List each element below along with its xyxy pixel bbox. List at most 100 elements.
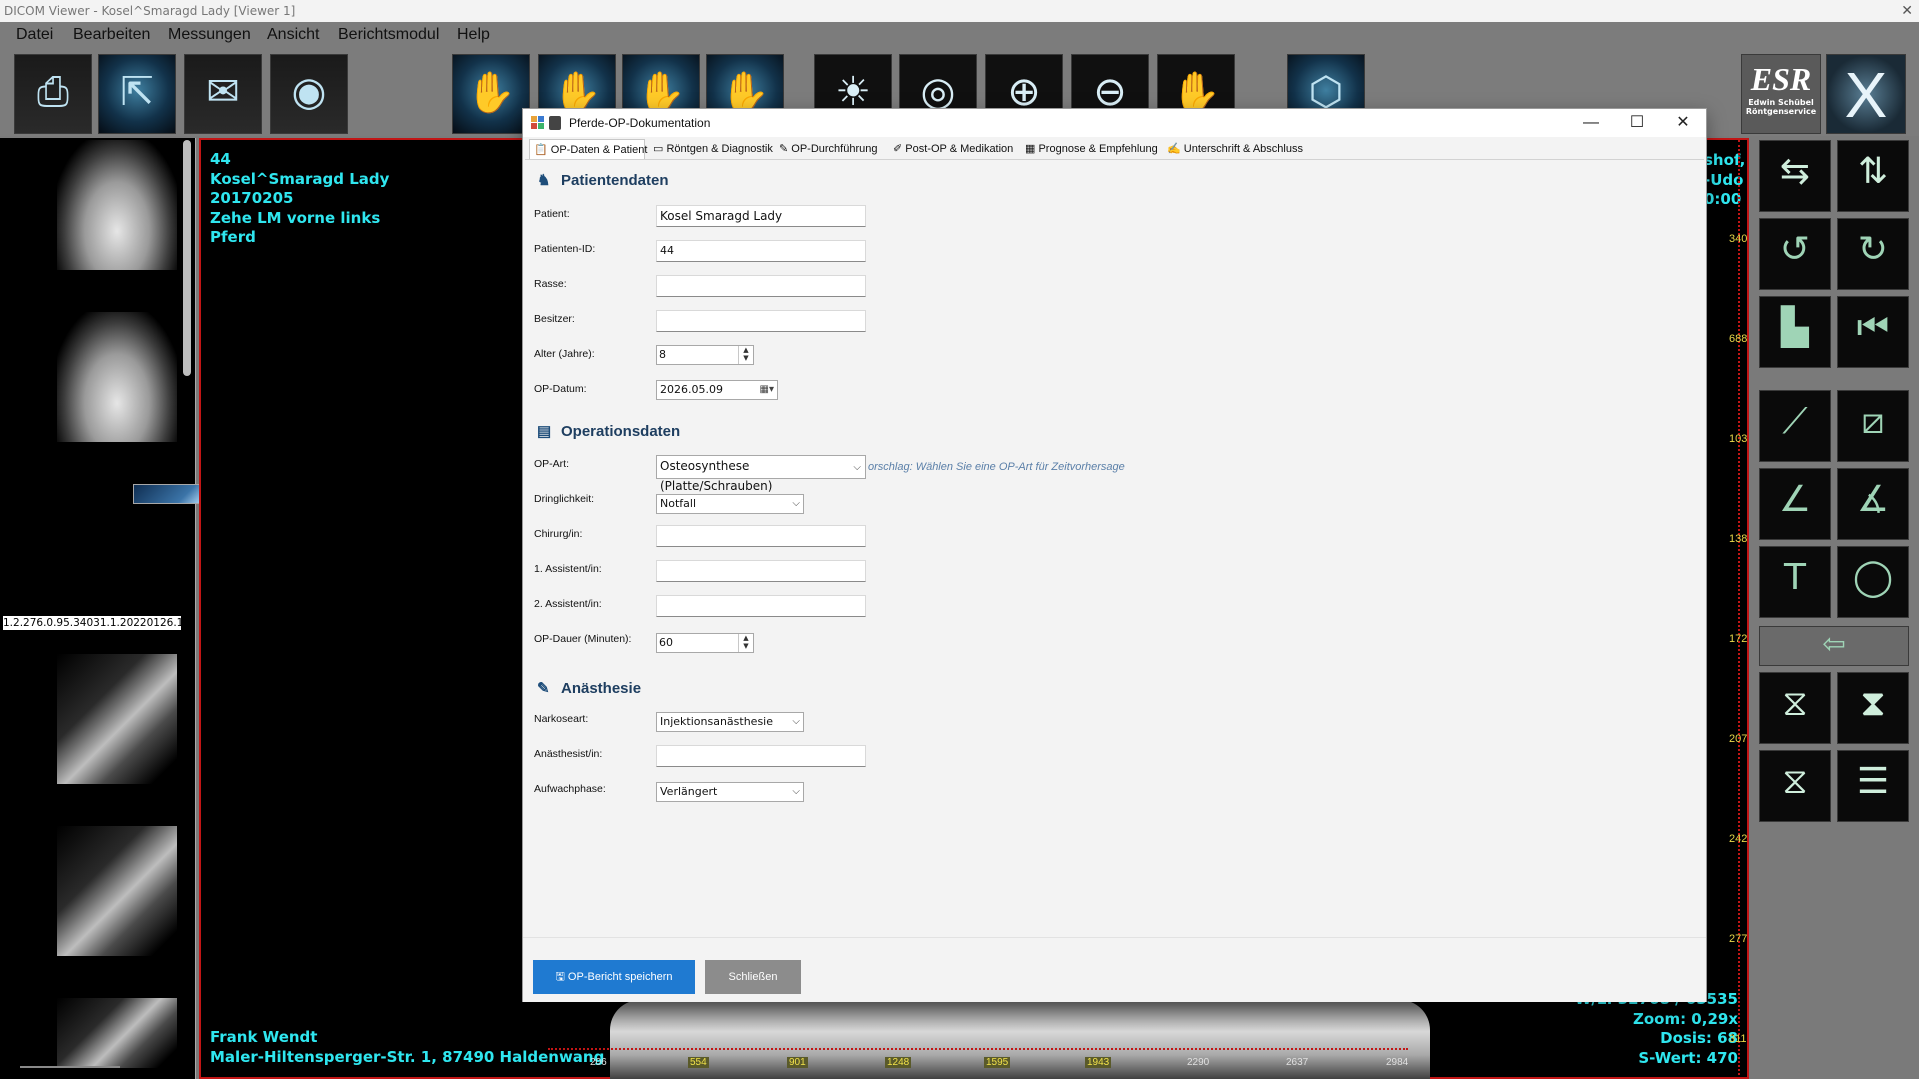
op-documentation-dialog: Pferde-OP-Dokumentation — ☐ ✕ 📋 OP-Daten… (522, 108, 1707, 1002)
aufwachphase-select[interactable]: Verlängert ⌵ (656, 782, 804, 802)
tab-prognose[interactable]: ▦ Prognose & Empfehlung (1021, 139, 1159, 159)
cobb-angle-icon: ∡ (1856, 479, 1890, 520)
thumbnail-6[interactable] (57, 998, 177, 1068)
chevron-down-icon: ⌵ (792, 716, 800, 727)
calendar-dropdown-icon[interactable]: ▦▾ (760, 381, 774, 399)
spin-arrows-icon[interactable]: ▲ ▼ (738, 346, 753, 364)
flip-vertical-button[interactable]: ⇅ (1837, 140, 1909, 212)
cobb-angle-button[interactable]: ∡ (1837, 468, 1909, 540)
mail-button[interactable]: ✉ (184, 54, 262, 134)
section-title: Operationsdaten (561, 423, 681, 440)
thumbnail-caption: 1.2.276.0.95.34031.1.20220126.102 (3, 616, 181, 630)
thumbnail-hscroll[interactable] (20, 1066, 120, 1068)
hand-xray-icon: ✋ (466, 70, 516, 116)
menu-bearbeiten[interactable]: Bearbeiten (73, 26, 150, 44)
cd-export-button[interactable]: ◉ (270, 54, 348, 134)
circle-measure-button[interactable]: ◯ (1837, 546, 1909, 618)
menu-messungen[interactable]: Messungen (168, 26, 251, 44)
histogram-button[interactable]: ▙ (1759, 296, 1831, 368)
mpr-button[interactable]: ⧖ (1759, 672, 1831, 744)
patient-label: Patient: (534, 208, 570, 220)
maximize-button[interactable]: ☐ (1614, 109, 1660, 137)
thumbnail-5[interactable] (57, 826, 177, 956)
assistent1-field[interactable] (656, 560, 866, 582)
patient-icon: ♞ (537, 172, 551, 189)
overlay-top-left: 44 Kosel^Smaragd Lady 20170205 Zehe LM v… (210, 150, 389, 248)
chest-xray-button[interactable]: ☰ (1837, 750, 1909, 822)
thumbnail-2[interactable] (57, 312, 177, 442)
rotate-right-button[interactable]: ↻ (1837, 218, 1909, 290)
besitzer-field[interactable] (656, 310, 866, 332)
exit-icon: X (1844, 59, 1888, 131)
flip-horizontal-button[interactable]: ⇆ (1759, 140, 1831, 212)
op-datum-picker[interactable]: 2026.05.09 ▦▾ (656, 380, 778, 400)
patient-id-field[interactable]: 44 (656, 240, 866, 262)
tab-post-op[interactable]: ✐ Post-OP & Medikation (889, 139, 1017, 159)
cine-control[interactable]: ⇦ (1759, 626, 1909, 666)
narkoseart-select[interactable]: Injektionsanästhesie ⌵ (656, 712, 804, 732)
thumbnail-scrollbar[interactable] (183, 140, 191, 376)
measure-distance-icon: ⟋ (1782, 401, 1808, 442)
patient-field[interactable]: Kosel Smaragd Lady (656, 205, 866, 227)
section-title: Patientendaten (561, 172, 669, 189)
section-title: Anästhesie (561, 680, 642, 697)
tab-op-durchfuehrung[interactable]: ✎ OP-Durchführung (775, 139, 885, 159)
tab-unterschrift[interactable]: ✍ Unterschrift & Abschluss (1163, 139, 1303, 159)
dialog-close-button[interactable]: ✕ (1660, 109, 1706, 137)
overlay-body-part: Zehe LM vorne links (210, 208, 381, 227)
print-button[interactable]: ⎙ (14, 54, 92, 134)
close-dialog-button[interactable]: Schließen (705, 960, 801, 994)
pill-tab-icon: ✐ (893, 143, 903, 155)
tab-roentgen[interactable]: ▭ Röntgen & Diagnostik (649, 139, 773, 159)
export-button[interactable]: ⇱ (98, 54, 176, 134)
anaesthesist-field[interactable] (656, 745, 866, 767)
cd-export-icon: ◉ (291, 69, 327, 115)
text-annotation-button[interactable]: T (1759, 546, 1831, 618)
first-image-button[interactable]: ⏮ (1837, 296, 1909, 368)
op-art-hint: orschlag: Wählen Sie eine OP-Art für Zei… (868, 461, 1125, 473)
hand-view-button[interactable]: ✋ (452, 54, 530, 134)
clipboard-icon (549, 116, 561, 130)
dringlichkeit-select[interactable]: Notfall ⌵ (656, 494, 804, 514)
save-report-button[interactable]: 🖫 OP-Bericht speichern (533, 960, 695, 994)
ruler-tick: 1943 (1085, 1057, 1112, 1068)
chirurg-field[interactable] (656, 525, 866, 547)
measure-distance-button[interactable]: ⟋ (1759, 390, 1831, 462)
esr-logo-sub1: Edwin Schübel (1748, 98, 1814, 107)
spin-arrows-icon[interactable]: ▲ ▼ (738, 634, 753, 652)
tab-label: Röntgen & Diagnostik (666, 143, 773, 155)
exit-button[interactable]: X (1826, 54, 1906, 134)
assistent2-field[interactable] (656, 595, 866, 617)
table-tab-icon: ▦ (1025, 143, 1036, 155)
overlay-s-value: S-Wert: 470 (1638, 1048, 1738, 1067)
alter-stepper[interactable]: 8 ▲ ▼ (656, 345, 754, 365)
mpr3-button[interactable]: ⧖ (1759, 750, 1831, 822)
menu-datei[interactable]: Datei (16, 26, 53, 44)
op-dauer-value: 60 (659, 636, 673, 649)
print-icon: ⎙ (37, 69, 69, 115)
chevron-down-icon: ⌵ (792, 498, 800, 509)
mpr2-button[interactable]: ⧗ (1837, 672, 1909, 744)
first-image-icon: ⏮ (1856, 307, 1890, 348)
rotate-right-icon: ↻ (1857, 229, 1889, 270)
menu-help[interactable]: Help (457, 26, 490, 44)
op-dauer-stepper[interactable]: 60 ▲ ▼ (656, 633, 754, 653)
rotate-left-button[interactable]: ↺ (1759, 218, 1831, 290)
flip-vertical-icon: ⇅ (1857, 151, 1889, 192)
signature-tab-icon: ✍ (1167, 143, 1181, 155)
menu-ansicht[interactable]: Ansicht (267, 26, 319, 44)
assistent2-label: 2. Assistent/in: (534, 598, 602, 610)
calibrate-button[interactable]: ⧄ (1837, 390, 1909, 462)
rasse-field[interactable] (656, 275, 866, 297)
overlay-patient-id: 44 (210, 150, 231, 168)
angle-button[interactable]: ∠ (1759, 468, 1831, 540)
op-art-select[interactable]: Osteosynthese (Platte/Schrauben) ⌵ (656, 455, 866, 493)
thumbnail-1[interactable] (57, 140, 177, 270)
tab-op-daten[interactable]: 📋 OP-Daten & Patient (529, 139, 647, 159)
scalpel-tab-icon: ✎ (779, 143, 789, 155)
thumbnail-4[interactable] (57, 654, 177, 784)
minimize-button[interactable]: — (1568, 109, 1614, 137)
menu-berichtsmodul[interactable]: Berichtsmodul (338, 26, 439, 44)
dringlichkeit-label: Dringlichkeit: (534, 493, 595, 505)
close-icon[interactable]: ✕ (1901, 0, 1913, 22)
